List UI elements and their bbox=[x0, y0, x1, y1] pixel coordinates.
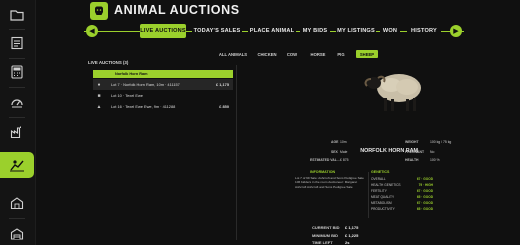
sheep-icon: ● bbox=[97, 81, 101, 88]
filter-pig[interactable]: PIG bbox=[334, 50, 348, 58]
auction-row-price: £ 1,175 bbox=[216, 82, 229, 87]
auction-details: NORFOLK HORN RAM AGE 10m WEIGHT 100 kg /… bbox=[238, 65, 464, 245]
tab-my-listings[interactable]: MY LISTINGS bbox=[336, 24, 376, 38]
pregnant-label: PREGNANT bbox=[405, 150, 425, 154]
genetics-row: HEALTH GENETICS 79 · HIGH bbox=[371, 183, 433, 187]
current-bid: CURRENT BID £ 1,175 bbox=[312, 225, 359, 230]
tab-history[interactable]: HISTORY bbox=[407, 24, 441, 38]
animal-shop-icon[interactable] bbox=[0, 152, 34, 178]
auction-row-text: Lot 16 · Texel Ewe Ewe, 9m · 411288 bbox=[111, 104, 176, 109]
sheep-icon bbox=[364, 74, 421, 111]
pregnant-value: No bbox=[430, 150, 435, 154]
tab-won[interactable]: WON bbox=[380, 24, 400, 38]
health-label: HEALTH bbox=[405, 158, 419, 162]
warehouse-icon[interactable] bbox=[4, 221, 30, 245]
genetics-row: METABOLISM 67 · GOOD bbox=[371, 201, 433, 205]
auction-row[interactable]: ● Lot 7 · Norfolk Horn Ram, 10m · 411157… bbox=[93, 79, 233, 90]
health-value: 100 % bbox=[430, 158, 440, 162]
time-left: TIME LEFT 2s bbox=[312, 240, 350, 245]
auction-group-header: Norfolk Horn Ram bbox=[93, 70, 233, 78]
sex-value: Male bbox=[340, 150, 348, 154]
chevron-right-icon[interactable]: ▶ bbox=[450, 25, 462, 37]
filter-cow[interactable]: COW bbox=[284, 50, 300, 58]
auction-row-price: £ 850 bbox=[219, 104, 229, 109]
filter-horse[interactable]: HORSE bbox=[308, 50, 328, 58]
filter-all-animals[interactable]: ALL ANIMALS bbox=[216, 50, 250, 58]
sidebar bbox=[0, 0, 36, 245]
auction-list: Norfolk Horn Ram ● Lot 7 · Norfolk Horn … bbox=[87, 65, 237, 240]
information-title: INFORMATION bbox=[310, 170, 336, 174]
tab-my-bids[interactable]: MY BIDS bbox=[300, 24, 330, 38]
age-label: AGE bbox=[331, 140, 339, 144]
tab-place-animal[interactable]: PLACE ANIMAL bbox=[248, 24, 296, 38]
cow-head-icon bbox=[90, 2, 108, 20]
genetics-row: FERTILITY 67 · GOOD bbox=[371, 189, 433, 193]
horse-icon: ▲ bbox=[96, 103, 102, 110]
auction-row-text: Lot 7 · Norfolk Horn Ram, 10m · 411157 bbox=[111, 82, 180, 87]
folder-icon[interactable] bbox=[4, 2, 30, 28]
genetics-row: PRODUCTIVITY 65 · GOOD bbox=[371, 207, 433, 211]
factory-icon[interactable] bbox=[4, 119, 30, 145]
tab-live-auctions[interactable]: LIVE AUCTIONS bbox=[140, 24, 186, 38]
information-text: Lot 7 of 99 Sale: Ashcroft and Sons Pedi… bbox=[295, 176, 364, 189]
auction-row-text: Lot 10 · Texel Ewe bbox=[111, 93, 143, 98]
weight-label: WEIGHT bbox=[405, 140, 419, 144]
checklist-icon[interactable] bbox=[4, 30, 30, 56]
barn-icon[interactable] bbox=[4, 190, 30, 216]
age-value: 10m bbox=[340, 140, 347, 144]
gauge-icon[interactable] bbox=[4, 89, 30, 115]
chevron-left-icon[interactable]: ◀ bbox=[86, 25, 98, 37]
weight-value: 100 kg / 75 kg bbox=[430, 140, 452, 144]
filter-chicken[interactable]: CHICKEN bbox=[256, 50, 278, 58]
divider bbox=[368, 172, 369, 218]
minimum-bid: MINIMUM BID £ 1,225 bbox=[312, 233, 359, 238]
auction-row[interactable]: ■ Lot 10 · Texel Ewe bbox=[93, 90, 233, 101]
sex-label: SEX bbox=[331, 150, 338, 154]
tab-todays-sales[interactable]: TODAY'S SALES bbox=[192, 24, 242, 38]
calculator-icon[interactable] bbox=[4, 59, 30, 85]
auction-row[interactable]: ▲ Lot 16 · Texel Ewe Ewe, 9m · 411288 £ … bbox=[93, 101, 233, 112]
filter-sheep[interactable]: SHEEP bbox=[356, 50, 378, 58]
estimated-value-label: ESTIMATED VAL... bbox=[310, 158, 340, 162]
genetics-row: MEAT QUALITY 65 · GOOD bbox=[371, 195, 433, 199]
cow-icon: ■ bbox=[97, 92, 101, 99]
genetics-row: OVERALL 67 · GOOD bbox=[371, 177, 433, 181]
page-title: ANIMAL AUCTIONS bbox=[114, 3, 240, 17]
genetics-title: GENETICS bbox=[371, 170, 390, 174]
estimated-value: £ 875 bbox=[340, 158, 349, 162]
